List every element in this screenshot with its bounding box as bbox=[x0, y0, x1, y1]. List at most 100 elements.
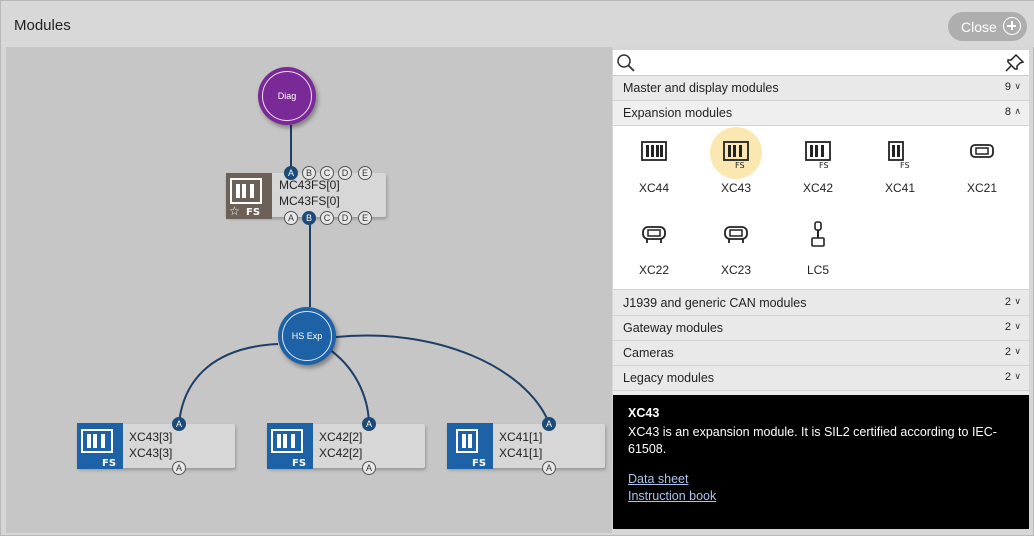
xc42-port-a-top[interactable]: A bbox=[362, 417, 376, 431]
data-sheet-link[interactable]: Data sheet bbox=[628, 472, 688, 486]
search-bar bbox=[613, 50, 1029, 76]
xc42-card[interactable]: FS XC42[2] XC42[2] bbox=[267, 423, 425, 469]
port-b-top[interactable]: B bbox=[302, 166, 316, 180]
close-button[interactable]: Close bbox=[948, 12, 1027, 41]
card-line2: MC43FS[0] bbox=[279, 194, 340, 208]
category-legacy[interactable]: Legacy modules 2 ∨ bbox=[613, 366, 1029, 391]
module-xc22[interactable]: XC22 bbox=[613, 208, 695, 288]
xc42-card-text: XC42[2] XC42[2] bbox=[319, 429, 362, 461]
category-label: Master and display modules bbox=[623, 81, 779, 95]
xc41-card[interactable]: FS XC41[1] XC41[1] bbox=[447, 423, 605, 469]
category-label: Gateway modules bbox=[623, 321, 724, 335]
module-info-box: XC43 XC43 is an expansion module. It is … bbox=[613, 395, 1029, 529]
svg-text:FS: FS bbox=[102, 458, 116, 469]
xc42-fs-icon: FS bbox=[805, 141, 831, 169]
xc41-card-text: XC41[1] XC41[1] bbox=[499, 429, 542, 461]
xc41-port-a-top[interactable]: A bbox=[542, 417, 556, 431]
svg-text:FS: FS bbox=[819, 161, 829, 169]
module-xc43[interactable]: FS XC43 bbox=[695, 126, 777, 206]
xc43-port-a-bottom[interactable]: A bbox=[172, 461, 186, 475]
port-a-bottom[interactable]: A bbox=[284, 211, 298, 225]
category-label: Cameras bbox=[623, 346, 674, 360]
module-xc23[interactable]: XC23 bbox=[695, 208, 777, 288]
category-count: 9 bbox=[1004, 81, 1011, 93]
port-e-top[interactable]: E bbox=[358, 166, 372, 180]
category-cameras[interactable]: Cameras 2 ∨ bbox=[613, 341, 1029, 366]
category-count: 8 bbox=[1004, 106, 1011, 118]
xc23-icon bbox=[724, 226, 748, 243]
module-lc5[interactable]: LC5 bbox=[777, 208, 859, 288]
category-label: Legacy modules bbox=[623, 371, 715, 385]
card-line2: XC42[2] bbox=[319, 446, 363, 460]
port-b-bottom[interactable]: B bbox=[302, 211, 316, 225]
xc43-card[interactable]: FS XC43[3] XC43[3] bbox=[77, 423, 235, 469]
chevron-down-icon: ∨ bbox=[1014, 371, 1021, 381]
xc42-port-a-bottom[interactable]: A bbox=[362, 461, 376, 475]
expansion-module-grid: XC44 FS XC43 FS XC42 FS XC41 XC21 XC22 X… bbox=[613, 126, 1029, 290]
xc43-card-icon: FS bbox=[77, 423, 123, 469]
info-title: XC43 bbox=[628, 406, 660, 420]
svg-text:FS: FS bbox=[735, 161, 745, 169]
info-description: XC43 is an expansion module. It is SIL2 … bbox=[628, 425, 997, 456]
xc43-port-a-top[interactable]: A bbox=[172, 417, 186, 431]
joystick-icon bbox=[811, 221, 825, 247]
xc42-card-icon: FS bbox=[267, 423, 313, 469]
svg-text:FS: FS bbox=[472, 458, 486, 469]
port-c-top[interactable]: C bbox=[320, 166, 334, 180]
hs-exp-node[interactable]: HS Exp bbox=[278, 307, 336, 365]
xc43-card-text: XC43[3] XC43[3] bbox=[129, 429, 172, 461]
xc41-fs-icon: FS bbox=[888, 141, 910, 169]
chevron-down-icon: ∨ bbox=[1014, 81, 1021, 91]
port-d-top[interactable]: D bbox=[338, 166, 352, 180]
category-gateway[interactable]: Gateway modules 2 ∨ bbox=[613, 316, 1029, 341]
svg-text:☆: ☆ bbox=[229, 204, 240, 218]
module-xc44[interactable]: XC44 bbox=[613, 126, 695, 206]
close-plus-icon bbox=[1003, 17, 1021, 35]
svg-text:FS: FS bbox=[292, 458, 306, 469]
port-d-bottom[interactable]: D bbox=[338, 211, 352, 225]
category-count: 2 bbox=[1004, 296, 1011, 308]
category-count: 2 bbox=[1004, 321, 1011, 333]
module-xc42[interactable]: FS XC42 bbox=[777, 126, 859, 206]
port-a-top[interactable]: A bbox=[284, 166, 298, 180]
category-count: 2 bbox=[1004, 371, 1011, 383]
hs-exp-node-label: HS Exp bbox=[291, 331, 323, 341]
chevron-up-icon: ∧ bbox=[1014, 106, 1021, 116]
modules-window: Modules Close Diag HS Exp ☆ FS MC43FS[0]… bbox=[0, 0, 1034, 536]
title-bar: Modules Close bbox=[1, 1, 1034, 47]
module-label: XC22 bbox=[638, 263, 670, 277]
card-line2: XC41[1] bbox=[499, 446, 543, 460]
module-label: XC42 bbox=[802, 181, 834, 195]
category-count: 2 bbox=[1004, 346, 1011, 358]
xc41-card-icon: FS bbox=[447, 423, 493, 469]
module-xc21[interactable]: XC21 bbox=[941, 126, 1023, 206]
category-j1939-can[interactable]: J1939 and generic CAN modules 2 ∨ bbox=[613, 291, 1029, 316]
module-label: XC41 bbox=[884, 181, 916, 195]
xc43-fs-icon: FS bbox=[723, 141, 749, 169]
card-line2: XC43[3] bbox=[129, 446, 173, 460]
port-e-bottom[interactable]: E bbox=[358, 211, 372, 225]
topology-canvas[interactable]: Diag HS Exp ☆ FS MC43FS[0] MC43FS[0] A B… bbox=[6, 47, 612, 533]
port-c-bottom[interactable]: C bbox=[320, 211, 334, 225]
search-input[interactable] bbox=[639, 52, 999, 74]
category-master-display[interactable]: Master and display modules 9 ∨ bbox=[613, 76, 1029, 101]
window-title: Modules bbox=[14, 17, 71, 34]
instruction-book-link[interactable]: Instruction book bbox=[628, 489, 716, 503]
category-label: Expansion modules bbox=[623, 106, 733, 120]
card-line1: XC43[3] bbox=[129, 430, 173, 444]
xc22-icon bbox=[642, 226, 666, 243]
pin-icon[interactable] bbox=[1004, 53, 1026, 73]
xc44-icon bbox=[641, 141, 667, 161]
chevron-down-icon: ∨ bbox=[1014, 321, 1021, 331]
diag-node[interactable]: Diag bbox=[258, 67, 316, 125]
module-xc41[interactable]: FS XC41 bbox=[859, 126, 941, 206]
close-label: Close bbox=[961, 18, 997, 35]
xc41-port-a-bottom[interactable]: A bbox=[542, 461, 556, 475]
chevron-down-icon: ∨ bbox=[1014, 346, 1021, 356]
svg-text:FS: FS bbox=[246, 207, 260, 218]
xc21-icon bbox=[970, 144, 994, 158]
category-expansion[interactable]: Expansion modules 8 ∧ bbox=[613, 101, 1029, 126]
module-label: XC43 bbox=[720, 181, 752, 195]
module-label: XC21 bbox=[966, 181, 998, 195]
mc43fs-text: MC43FS[0] MC43FS[0] bbox=[279, 177, 340, 209]
